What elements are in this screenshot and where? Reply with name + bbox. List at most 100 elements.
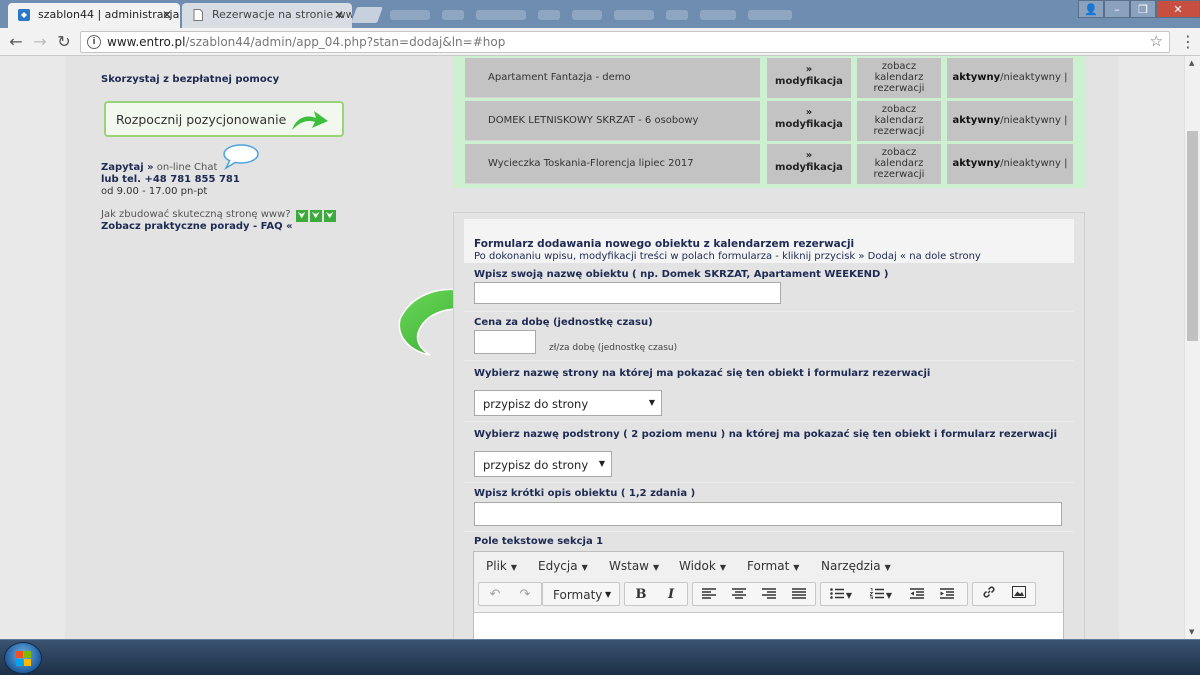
bold-button[interactable]: B	[628, 585, 654, 605]
user-profile-icon[interactable]: 👤	[1078, 0, 1104, 18]
form-subtitle: Po dokonaniu wpisu, modyfikacji treści w…	[474, 251, 981, 262]
align-group	[692, 582, 816, 606]
seo-start-button[interactable]: Rozpocznij pozycjonowanie	[104, 101, 344, 137]
status-toggle[interactable]: aktywny/nieaktywny |	[947, 144, 1073, 184]
taskbar-blurred-area	[390, 7, 1030, 23]
green-arrow-icon	[292, 111, 328, 130]
status-toggle[interactable]: aktywny/nieaktywny |	[947, 101, 1073, 141]
chevron-down-icon[interactable]: ⮟	[295, 210, 308, 222]
tab-rezerwacje[interactable]: Rezerwacje na stronie ww ✕	[182, 3, 352, 28]
price-input[interactable]	[474, 330, 536, 354]
back-arrow-icon[interactable]: ←	[6, 32, 26, 52]
calendar-link[interactable]: zobacz kalendarz rezerwacji	[857, 58, 941, 98]
caret-down-icon: ▼	[648, 398, 655, 407]
modify-link[interactable]: » modyfikacja	[767, 101, 851, 141]
page-select[interactable]: przypisz do strony ▼	[474, 390, 662, 416]
align-justify-icon[interactable]	[786, 585, 812, 605]
scroll-up-icon[interactable]: ▲	[1189, 59, 1194, 67]
url-text: www.entro.pl/szablon44/admin/app_04.php?…	[107, 35, 506, 49]
calendar-link[interactable]: zobacz kalendarz rezerwacji	[857, 144, 941, 184]
browser-tab-bar: szablon44 | administracja ✕ Rezerwacje n…	[0, 0, 1200, 28]
faq-link[interactable]: Zobacz praktyczne porady - FAQ «	[101, 221, 293, 232]
browser-toolbar: ← → ↻ i www.entro.pl/szablon44/admin/app…	[0, 28, 1200, 56]
subpage-select[interactable]: przypisz do strony ▼	[474, 451, 612, 477]
redo-icon[interactable]: ↷	[512, 585, 538, 605]
minimize-button[interactable]: –	[1104, 0, 1130, 18]
scroll-down-icon[interactable]: ▼	[1189, 628, 1194, 636]
tab-szablon44[interactable]: szablon44 | administracja ✕	[8, 3, 180, 28]
windows-logo-icon	[16, 651, 32, 667]
chevron-down-icon[interactable]: ⮟	[323, 210, 336, 222]
help-heading: Skorzystaj z bezpłatnej pomocy	[101, 74, 280, 85]
italic-button[interactable]: I	[658, 585, 684, 605]
modify-link[interactable]: » modyfikacja	[767, 144, 851, 184]
image-icon[interactable]	[1006, 585, 1032, 605]
object-name: DOMEK LETNISKOWY SKRZAT - 6 osobowy	[465, 101, 760, 141]
chat-bubble-icon[interactable]	[222, 144, 260, 170]
menu-format[interactable]: Format ▼	[747, 559, 799, 573]
price-label: Cena za dobę (jednostkę czasu)	[474, 317, 653, 328]
chevron-down-icon[interactable]: ⮟	[309, 210, 322, 222]
close-window-button[interactable]: ✕	[1156, 0, 1200, 18]
formats-dropdown[interactable]: Formaty ▼	[542, 582, 620, 606]
subpage-section: Wybierz nazwę podstrony ( 2 poziom menu …	[464, 423, 1074, 483]
forward-arrow-icon[interactable]: →	[30, 32, 50, 52]
modify-link[interactable]: » modyfikacja	[767, 58, 851, 98]
link-icon[interactable]	[976, 585, 1002, 605]
close-tab-icon[interactable]: ✕	[162, 3, 172, 27]
start-button[interactable]	[4, 642, 42, 674]
close-tab-icon[interactable]: ✕	[334, 3, 344, 27]
page-viewport: Skorzystaj z bezpłatnej pomocy Rozpoczni…	[0, 56, 1184, 639]
objects-table: Apartament Fantazja - demo » modyfikacja …	[453, 56, 1085, 188]
align-center-icon[interactable]	[726, 585, 752, 605]
address-bar[interactable]: i www.entro.pl/szablon44/admin/app_04.ph…	[80, 31, 1170, 53]
table-row: Wycieczka Toskania-Florencja lipiec 2017…	[453, 142, 1085, 184]
menu-narzedzia[interactable]: Narzędzia ▼	[821, 559, 891, 573]
vertical-scrollbar[interactable]: ▲ ▼	[1184, 56, 1200, 639]
menu-plik[interactable]: Plik ▼	[486, 559, 517, 573]
align-right-icon[interactable]	[756, 585, 782, 605]
bullet-list-icon[interactable]: ▼	[824, 585, 858, 605]
reload-icon[interactable]: ↻	[54, 32, 74, 52]
object-name-input[interactable]	[474, 282, 781, 304]
price-unit: zł/za dobę (jednostkę czasu)	[549, 343, 678, 353]
scrollbar-thumb[interactable]	[1187, 131, 1198, 341]
description-label: Wpisz krótki opis obiektu ( 1,2 zdania )	[474, 488, 696, 499]
description-section: Wpisz krótki opis obiektu ( 1,2 zdania )	[464, 484, 1074, 532]
caret-down-icon: ▼	[598, 459, 605, 468]
description-input[interactable]	[474, 502, 1062, 526]
align-left-icon[interactable]	[696, 585, 722, 605]
new-tab-button[interactable]	[351, 7, 383, 23]
menu-wstaw[interactable]: Wstaw ▼	[609, 559, 659, 573]
tab-title: szablon44 | administracja	[38, 8, 180, 21]
info-icon[interactable]: i	[87, 35, 101, 49]
bookmark-star-icon[interactable]: ☆	[1150, 32, 1163, 50]
table-row: DOMEK LETNISKOWY SKRZAT - 6 osobowy » mod…	[453, 99, 1085, 141]
page-icon	[192, 9, 204, 21]
text1-label: Pole tekstowe sekcja 1	[474, 536, 604, 547]
menu-edycja[interactable]: Edycja ▼	[538, 559, 588, 573]
editor-content-area[interactable]	[474, 612, 1063, 639]
editor-toolbar: ↶ ↷ Formaty ▼ B I ▼ ▼	[474, 582, 1063, 610]
rich-text-editor: Plik ▼ Edycja ▼ Wstaw ▼ Widok ▼ Format ▼ Narz…	[473, 551, 1064, 639]
undo-icon[interactable]: ↶	[482, 585, 508, 605]
outdent-icon[interactable]	[904, 585, 930, 605]
name-section: Wpisz swoją nazwę obiektu ( np. Domek SK…	[464, 265, 1074, 312]
numbered-list-icon[interactable]: ▼	[864, 585, 898, 605]
subpage-label: Wybierz nazwę podstrony ( 2 poziom menu …	[474, 429, 1058, 440]
calendar-link[interactable]: zobacz kalendarz rezerwacji	[857, 101, 941, 141]
list-group: ▼ ▼	[820, 582, 968, 606]
object-name: Apartament Fantazja - demo	[465, 58, 760, 98]
maximize-button[interactable]: ❐	[1130, 0, 1156, 18]
indent-icon[interactable]	[934, 585, 960, 605]
kebab-menu-icon[interactable]: ⋮	[1180, 32, 1196, 52]
chat-link[interactable]: Zapytaj » on-line Chat	[101, 162, 217, 173]
form-title: Formularz dodawania nowego obiektu z kal…	[474, 238, 855, 250]
status-toggle[interactable]: aktywny/nieaktywny |	[947, 58, 1073, 98]
price-section: Cena za dobę (jednostkę czasu) zł/za dob…	[464, 313, 1074, 361]
style-group: B I	[624, 582, 688, 606]
menu-widok[interactable]: Widok ▼	[679, 559, 726, 573]
windows-taskbar	[0, 639, 1200, 675]
phone-text: lub tel. +48 781 855 781	[101, 174, 240, 185]
seo-button-label: Rozpocznij pozycjonowanie	[116, 112, 287, 127]
